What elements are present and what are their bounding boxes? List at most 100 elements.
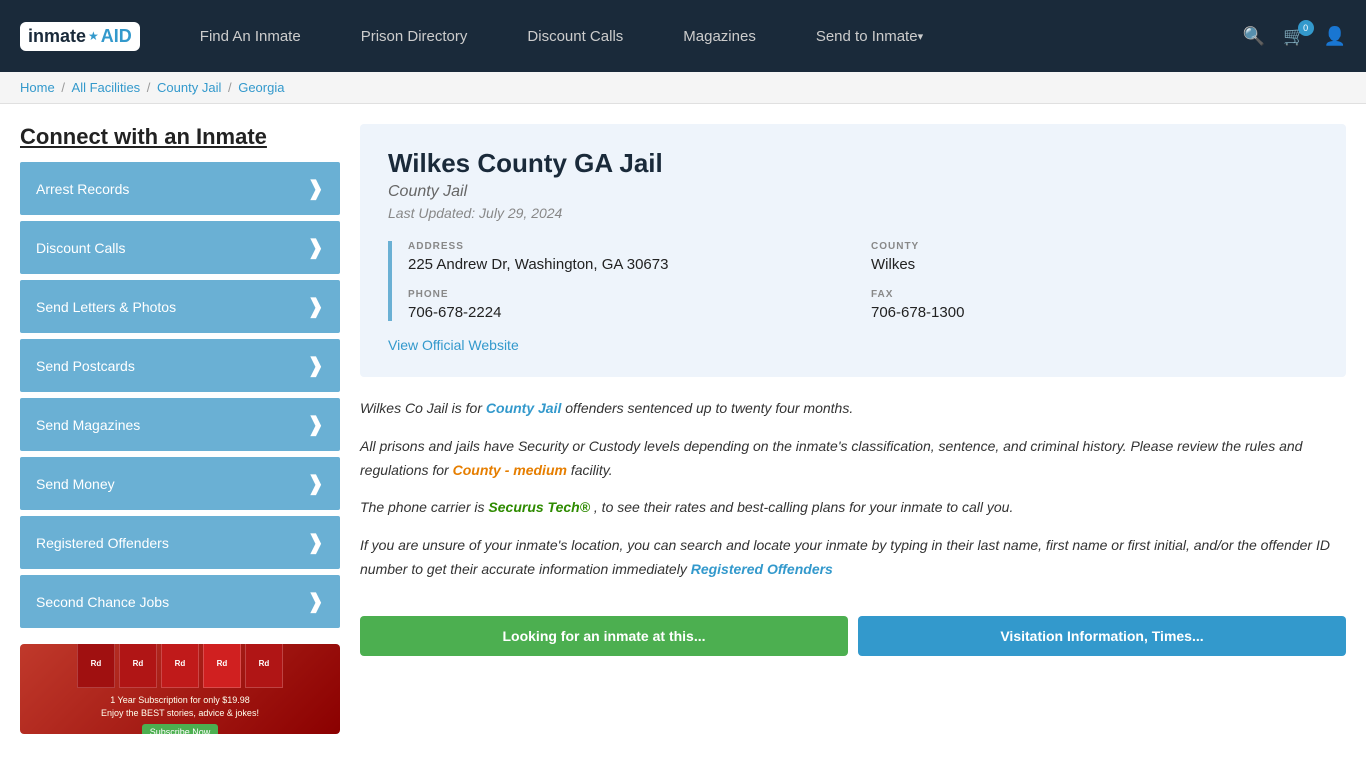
facility-name: Wilkes County GA Jail	[388, 148, 1318, 179]
sidebar-item-label: Registered Offenders	[36, 535, 169, 551]
county-block: COUNTY Wilkes	[871, 241, 1318, 273]
sidebar-item-money[interactable]: Send Money ❱	[20, 457, 340, 510]
breadcrumb-sep-3: /	[228, 80, 235, 95]
desc-2-after: facility.	[571, 462, 613, 478]
address-value: 225 Andrew Dr, Washington, GA 30673	[408, 256, 855, 273]
logo-area[interactable]: inmate ★ AID	[20, 22, 140, 51]
chevron-right-icon: ❱	[307, 412, 324, 437]
sidebar-item-label: Send Postcards	[36, 358, 135, 374]
chevron-right-icon: ❱	[307, 530, 324, 555]
rd-thumb-5: Rd	[245, 644, 283, 688]
facility-info-grid: ADDRESS 225 Andrew Dr, Washington, GA 30…	[388, 241, 1318, 321]
breadcrumb-bar: Home / All Facilities / County Jail / Ge…	[0, 72, 1366, 104]
chevron-right-icon: ❱	[307, 353, 324, 378]
ad-subscribe-button[interactable]: Subscribe Now	[142, 724, 219, 734]
ad-text-line1: 1 Year Subscription for only $19.98	[110, 694, 250, 707]
header: inmate ★ AID Find An Inmate Prison Direc…	[0, 0, 1366, 72]
desc-3-after: , to see their rates and best-calling pl…	[594, 499, 1013, 515]
address-block: ADDRESS 225 Andrew Dr, Washington, GA 30…	[408, 241, 855, 273]
rd-thumb-3: Rd	[161, 644, 199, 688]
sidebar: Connect with an Inmate Arrest Records ❱ …	[20, 124, 340, 734]
breadcrumb-all-facilities[interactable]: All Facilities	[72, 80, 141, 95]
desc-para-3: The phone carrier is Securus Tech® , to …	[360, 496, 1346, 520]
nav-send-to-inmate[interactable]: Send to Inmate	[786, 0, 953, 72]
logo-inmate: inmate	[28, 26, 86, 47]
logo-star: ★	[88, 29, 99, 43]
desc-3-before: The phone carrier is	[360, 499, 488, 515]
securus-link[interactable]: Securus Tech®	[488, 499, 590, 515]
county-value: Wilkes	[871, 256, 1318, 273]
sidebar-item-label: Send Money	[36, 476, 115, 492]
ad-thumbnails: Rd Rd Rd Rd Rd	[77, 644, 283, 688]
sidebar-item-postcards[interactable]: Send Postcards ❱	[20, 339, 340, 392]
sidebar-item-label: Second Chance Jobs	[36, 594, 169, 610]
fax-block: FAX 706-678-1300	[871, 289, 1318, 321]
search-icon[interactable]: 🔍	[1243, 26, 1265, 47]
chevron-right-icon: ❱	[307, 589, 324, 614]
sidebar-item-letters-photos[interactable]: Send Letters & Photos ❱	[20, 280, 340, 333]
description-block: Wilkes Co Jail is for County Jail offend…	[360, 397, 1346, 606]
sidebar-item-label: Send Letters & Photos	[36, 299, 176, 315]
sidebar-item-label: Arrest Records	[36, 181, 129, 197]
rd-thumb-4: Rd	[203, 644, 241, 688]
looking-for-inmate-button[interactable]: Looking for an inmate at this...	[360, 616, 848, 656]
nav-find-inmate[interactable]: Find An Inmate	[170, 0, 331, 72]
sidebar-item-discount-calls[interactable]: Discount Calls ❱	[20, 221, 340, 274]
sidebar-item-arrest-records[interactable]: Arrest Records ❱	[20, 162, 340, 215]
county-jail-link[interactable]: County Jail	[486, 400, 561, 416]
header-icons: 🔍 🛒 0 👤	[1243, 26, 1346, 47]
phone-block: PHONE 706-678-2224	[408, 289, 855, 321]
facility-updated: Last Updated: July 29, 2024	[388, 205, 1318, 221]
fax-value: 706-678-1300	[871, 304, 1318, 321]
desc-para-1: Wilkes Co Jail is for County Jail offend…	[360, 397, 1346, 421]
breadcrumb-county-jail[interactable]: County Jail	[157, 80, 221, 95]
sidebar-item-label: Discount Calls	[36, 240, 125, 256]
desc-1-before: Wilkes Co Jail is for	[360, 400, 486, 416]
desc-para-4: If you are unsure of your inmate's locat…	[360, 534, 1346, 582]
main-container: Connect with an Inmate Arrest Records ❱ …	[0, 104, 1366, 754]
county-label: COUNTY	[871, 241, 1318, 252]
chevron-right-icon: ❱	[307, 471, 324, 496]
visitation-info-button[interactable]: Visitation Information, Times...	[858, 616, 1346, 656]
bottom-buttons: Looking for an inmate at this... Visitat…	[360, 616, 1346, 656]
sidebar-item-second-chance-jobs[interactable]: Second Chance Jobs ❱	[20, 575, 340, 628]
breadcrumb-georgia[interactable]: Georgia	[238, 80, 284, 95]
main-nav: Find An Inmate Prison Directory Discount…	[170, 0, 1233, 72]
phone-value: 706-678-2224	[408, 304, 855, 321]
user-icon[interactable]: 👤	[1324, 26, 1346, 47]
cart-icon[interactable]: 🛒 0	[1283, 26, 1305, 47]
breadcrumb: Home / All Facilities / County Jail / Ge…	[20, 80, 1346, 95]
desc-para-2: All prisons and jails have Security or C…	[360, 435, 1346, 483]
desc-1-after: offenders sentenced up to twenty four mo…	[565, 400, 853, 416]
logo-box: inmate ★ AID	[20, 22, 140, 51]
nav-magazines[interactable]: Magazines	[653, 0, 786, 72]
facility-card: Wilkes County GA Jail County Jail Last U…	[360, 124, 1346, 377]
cart-badge: 0	[1298, 20, 1314, 36]
address-label: ADDRESS	[408, 241, 855, 252]
breadcrumb-sep-1: /	[61, 80, 68, 95]
official-website-link[interactable]: View Official Website	[388, 337, 519, 353]
breadcrumb-home[interactable]: Home	[20, 80, 55, 95]
main-content: Wilkes County GA Jail County Jail Last U…	[360, 124, 1346, 734]
chevron-right-icon: ❱	[307, 235, 324, 260]
phone-label: PHONE	[408, 289, 855, 300]
sidebar-title: Connect with an Inmate	[20, 124, 340, 150]
facility-type: County Jail	[388, 183, 1318, 201]
chevron-right-icon: ❱	[307, 294, 324, 319]
county-medium-link[interactable]: County - medium	[453, 462, 567, 478]
nav-prison-directory[interactable]: Prison Directory	[331, 0, 498, 72]
nav-discount-calls[interactable]: Discount Calls	[497, 0, 653, 72]
desc-4-before: If you are unsure of your inmate's locat…	[360, 537, 1330, 577]
ad-banner[interactable]: Rd Rd Rd Rd Rd 1 Year Subscription for o…	[20, 644, 340, 734]
sidebar-item-registered-offenders[interactable]: Registered Offenders ❱	[20, 516, 340, 569]
ad-text-line2: Enjoy the BEST stories, advice & jokes!	[101, 707, 259, 720]
rd-thumb-2: Rd	[119, 644, 157, 688]
breadcrumb-sep-2: /	[147, 80, 154, 95]
fax-label: FAX	[871, 289, 1318, 300]
logo-aid: AID	[101, 26, 132, 47]
sidebar-item-magazines[interactable]: Send Magazines ❱	[20, 398, 340, 451]
chevron-right-icon: ❱	[307, 176, 324, 201]
sidebar-item-label: Send Magazines	[36, 417, 140, 433]
rd-thumb-1: Rd	[77, 644, 115, 688]
registered-offenders-link[interactable]: Registered Offenders	[691, 561, 833, 577]
